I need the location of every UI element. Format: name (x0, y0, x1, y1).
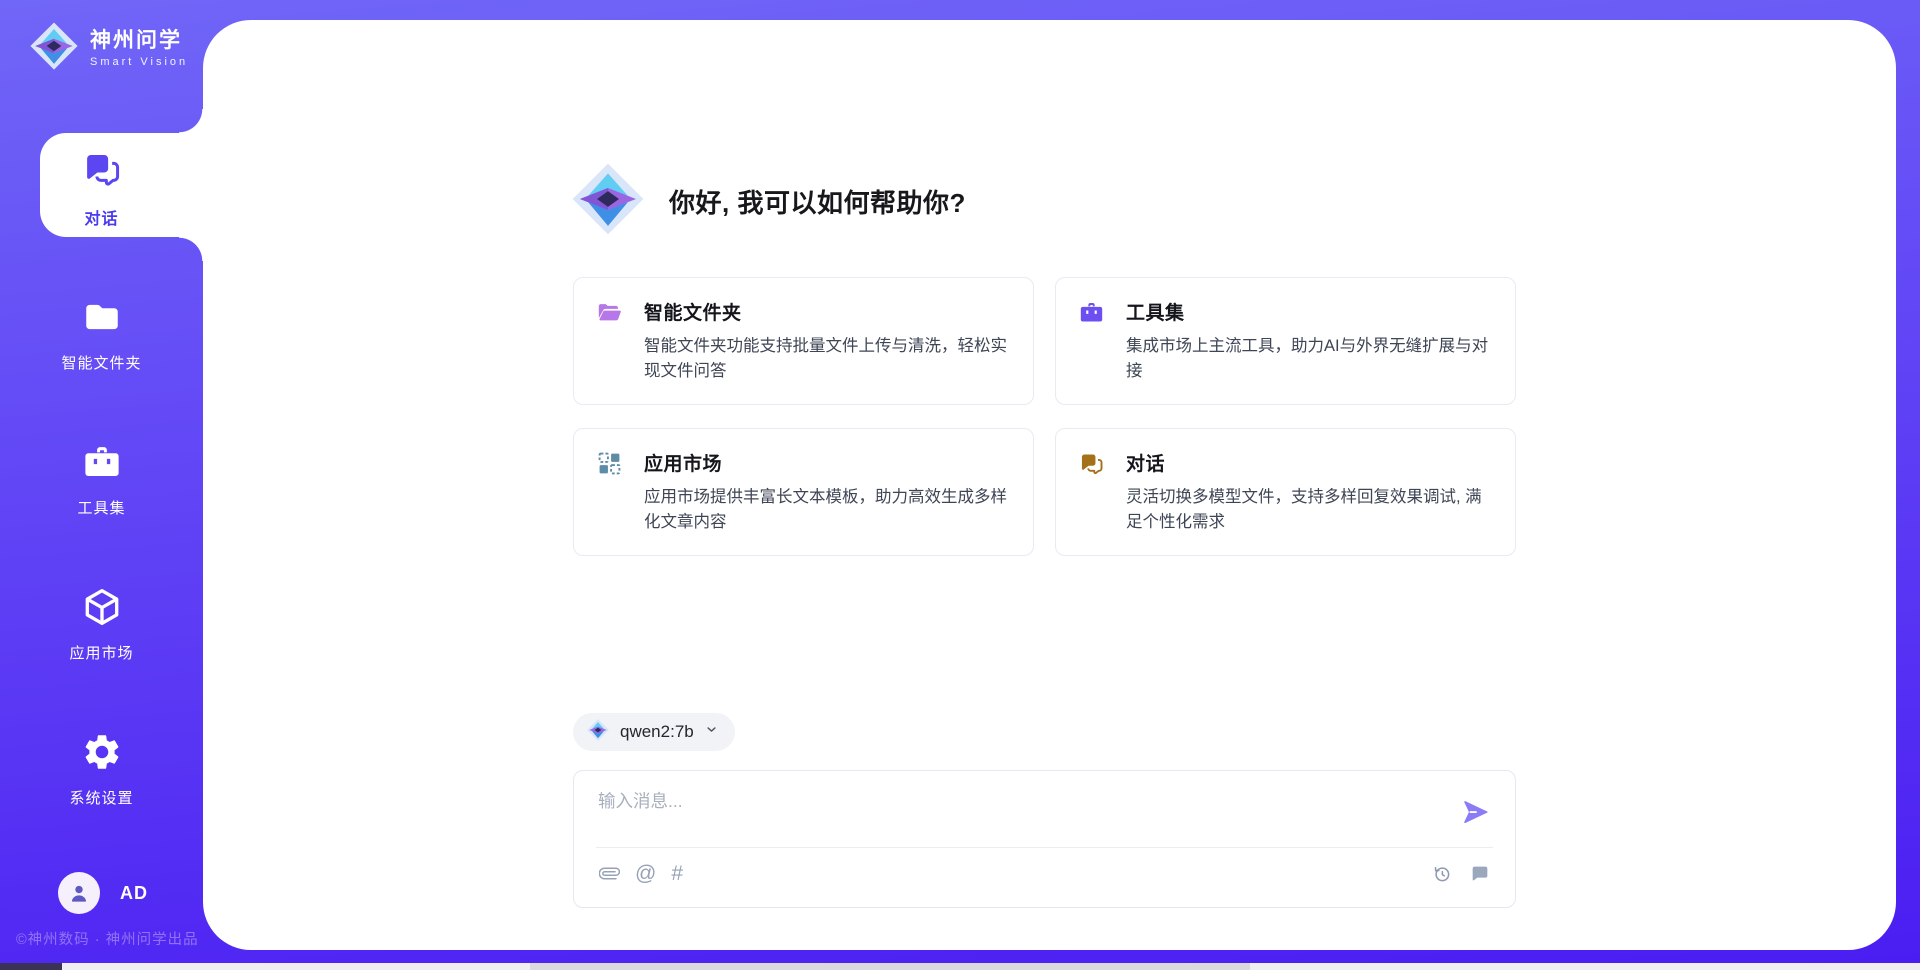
brand: 神州问学 Smart Vision (28, 20, 188, 77)
at-icon[interactable]: @ (635, 864, 656, 884)
send-button[interactable] (1461, 797, 1491, 827)
assistant-logo-icon (569, 160, 647, 243)
open-folder-icon (596, 299, 623, 331)
card-smart-folder[interactable]: 智能文件夹 智能文件夹功能支持批量文件上传与清洗，轻松实现文件问答 (573, 277, 1034, 405)
folder-icon (81, 296, 123, 343)
composer-tools-left: @ # (599, 863, 683, 884)
active-tab-fillet-bottom (179, 237, 203, 261)
paperclip-icon[interactable] (599, 863, 620, 884)
sidebar-item-label: 智能文件夹 (61, 352, 141, 373)
card-title: 对话 (1126, 449, 1497, 476)
card-description: 灵活切换多模型文件，支持多样回复效果调试, 满足个性化需求 (1126, 485, 1497, 535)
model-name: qwen2:7b (620, 722, 694, 742)
sidebar-item-label: 对话 (84, 205, 118, 229)
hash-icon[interactable]: # (671, 864, 683, 884)
message-composer: @ # (573, 770, 1516, 908)
feature-cards: 智能文件夹 智能文件夹功能支持批量文件上传与清洗，轻松实现文件问答 工具集 集成… (573, 277, 1516, 556)
composer-tools-right (1431, 863, 1491, 885)
greeting-title: 你好, 我可以如何帮助你? (669, 183, 966, 220)
card-description: 智能文件夹功能支持批量文件上传与清洗，轻松实现文件问答 (644, 334, 1015, 384)
cube-icon (81, 586, 123, 633)
card-title: 智能文件夹 (644, 298, 1015, 325)
card-toolset[interactable]: 工具集 集成市场上主流工具，助力AI与外界无缝扩展与对接 (1055, 277, 1516, 405)
card-chat[interactable]: 对话 灵活切换多模型文件，支持多样回复效果调试, 满足个性化需求 (1055, 428, 1516, 556)
sidebar-item-smart-folder[interactable]: 智能文件夹 (0, 296, 203, 373)
chat-bubble-icon[interactable] (1469, 863, 1491, 885)
user-profile[interactable]: AD (58, 872, 148, 914)
sidebar-item-label: 系统设置 (69, 787, 133, 808)
brand-subtitle: Smart Vision (90, 56, 188, 68)
sidebar-footer: ©神州数码 · 神州问学出品 (16, 928, 199, 949)
toolbox-icon (1078, 299, 1105, 331)
model-selector[interactable]: qwen2:7b (573, 713, 735, 751)
message-input[interactable] (574, 771, 1424, 841)
scrollbar-corner (0, 963, 62, 970)
active-tab-fillet-top (179, 109, 203, 133)
card-title: 应用市场 (644, 449, 1015, 476)
sidebar-item-app-market[interactable]: 应用市场 (0, 586, 203, 663)
user-initials: AD (120, 883, 148, 904)
greeting: 你好, 我可以如何帮助你? (569, 160, 966, 243)
sidebar: 神州问学 Smart Vision 对话 智能文件夹 (0, 0, 203, 970)
chat-icon (81, 148, 123, 195)
card-description: 应用市场提供丰富长文本模板，助力高效生成多样化文章内容 (644, 485, 1015, 535)
horizontal-scrollbar-thumb[interactable] (530, 963, 1250, 970)
app-grid-icon (596, 450, 623, 482)
sidebar-item-chat[interactable]: 对话 (40, 133, 203, 237)
brand-logo-icon (28, 20, 80, 77)
card-title: 工具集 (1126, 298, 1497, 325)
gear-icon (81, 731, 123, 778)
history-icon[interactable] (1431, 863, 1453, 885)
sidebar-item-label: 工具集 (77, 497, 125, 518)
horizontal-scrollbar[interactable] (62, 963, 1920, 970)
composer-divider (596, 847, 1493, 848)
sidebar-item-label: 应用市场 (69, 642, 133, 663)
chat-icon (1078, 450, 1105, 482)
chevron-down-icon (704, 722, 719, 742)
avatar (58, 872, 100, 914)
card-description: 集成市场上主流工具，助力AI与外界无缝扩展与对接 (1126, 334, 1497, 384)
sidebar-item-settings[interactable]: 系统设置 (0, 731, 203, 808)
card-app-market[interactable]: 应用市场 应用市场提供丰富长文本模板，助力高效生成多样化文章内容 (573, 428, 1034, 556)
brand-text: 神州问学 Smart Vision (90, 29, 188, 67)
brand-name: 神州问学 (90, 29, 188, 53)
main-panel: 你好, 我可以如何帮助你? 智能文件夹 智能文件夹功能支持批量文件上传与清洗，轻… (203, 20, 1896, 950)
app-root: 神州问学 Smart Vision 对话 智能文件夹 (0, 0, 1920, 970)
sidebar-item-toolset[interactable]: 工具集 (0, 441, 203, 518)
toolbox-icon (81, 441, 123, 488)
model-logo-icon (586, 718, 610, 747)
